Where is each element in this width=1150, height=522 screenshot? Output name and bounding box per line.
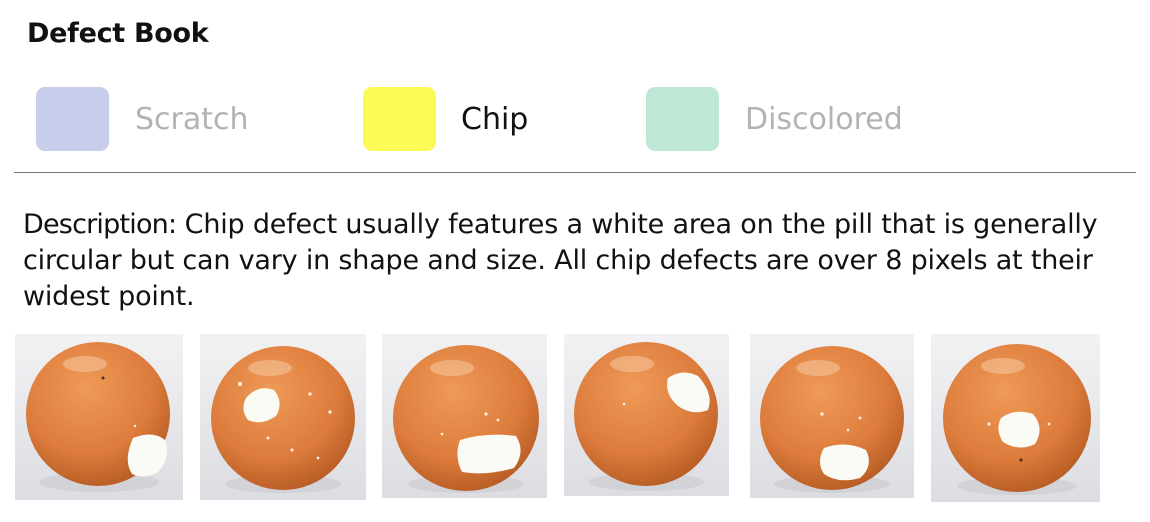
chip-sample-image[interactable]: [382, 334, 547, 498]
chip-sample-image[interactable]: [931, 334, 1100, 502]
defect-book-title: Defect Book: [27, 18, 209, 49]
tab-discolored-label: Discolored: [745, 101, 903, 137]
chip-sample-image[interactable]: [750, 334, 914, 498]
chip-sample-image[interactable]: [564, 334, 729, 496]
description-text: Chip defect usually features a white are…: [23, 209, 1098, 312]
scratch-color-swatch: [36, 87, 109, 151]
chip-sample-image[interactable]: [15, 334, 183, 500]
tab-discolored[interactable]: Discolored: [646, 86, 903, 152]
tab-scratch-label: Scratch: [135, 101, 249, 137]
tab-scratch[interactable]: Scratch: [36, 86, 249, 152]
defect-description: Description: Chip defect usually feature…: [23, 207, 1138, 315]
header-divider: [14, 172, 1136, 173]
defect-type-tabs: Scratch Chip Discolored: [0, 86, 1150, 152]
discolored-color-swatch: [646, 87, 719, 151]
tab-chip-label: Chip: [461, 101, 529, 137]
tab-chip[interactable]: Chip: [363, 86, 528, 152]
defect-image-gallery: [0, 334, 1150, 504]
chip-color-swatch: [363, 87, 436, 151]
chip-sample-image[interactable]: [200, 334, 366, 500]
description-label: Description:: [23, 209, 177, 240]
